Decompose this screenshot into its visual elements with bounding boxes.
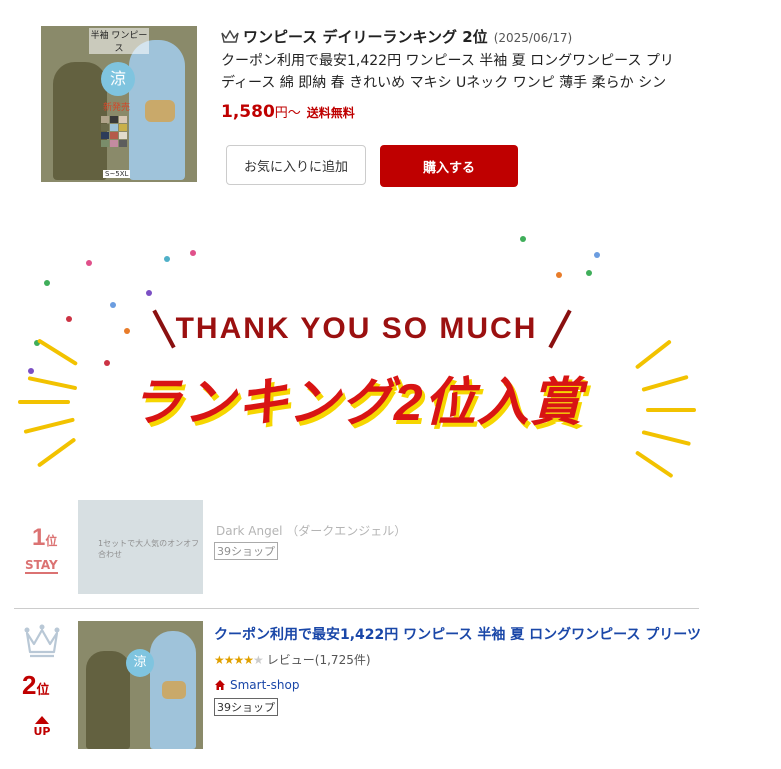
confetti	[586, 270, 592, 276]
basket-bag	[162, 681, 186, 699]
shop-name: Smart-shop	[230, 678, 300, 692]
confetti	[86, 260, 92, 266]
item-thumbnail[interactable]: 涼	[78, 621, 203, 749]
image-header-text: 半袖 ワンピース	[89, 28, 149, 54]
crown-icon	[221, 29, 239, 48]
crown-icon	[24, 624, 60, 662]
confetti	[44, 280, 50, 286]
confetti	[556, 272, 562, 278]
review-count: レビュー(1,725件)	[266, 653, 371, 667]
color-swatches	[101, 116, 129, 147]
stars-filled: ★★★★	[214, 653, 254, 667]
confetti	[190, 250, 196, 256]
thumbnail-text: 1セットで大人気のオンオフ合わせ	[98, 539, 200, 559]
ranking-row-1[interactable]: 1位 STAY 1セットで大人気のオンオフ合わせ Dark Angel （ダーク…	[14, 498, 699, 602]
up-arrow-icon	[35, 716, 49, 724]
shop-home-icon	[214, 679, 226, 694]
shop-tag: 39ショップ	[214, 542, 278, 560]
item-thumbnail[interactable]: 1セットで大人気のオンオフ合わせ	[78, 500, 203, 594]
confetti	[594, 252, 600, 258]
ranking-label: ワンピース デイリーランキング 2位	[243, 28, 488, 46]
burst-ray	[634, 450, 674, 479]
description-line-2: ディース 綿 即納 春 きれいめ マキシ Uネック ワンピ 薄手 柔らか シン	[221, 75, 667, 91]
image-badge: 涼	[126, 649, 154, 677]
star-rating: ★★★★★	[214, 653, 264, 667]
burst-ray	[36, 437, 77, 468]
buy-button[interactable]: 購入する	[380, 145, 518, 187]
ranking-date: (2025/06/17)	[493, 31, 573, 45]
dress-khaki	[86, 651, 130, 749]
rank-status: UP	[30, 716, 54, 738]
shop-tag: 39ショップ	[214, 698, 278, 716]
rank-value: 1	[32, 524, 46, 551]
image-badge: 涼	[101, 62, 135, 96]
confetti	[110, 302, 116, 308]
item-title-link[interactable]: クーポン利用で最安1,422円 ワンピース 半袖 夏 ロングワンピース プリーツ	[214, 624, 700, 644]
ranking-award-banner: THANK YOU SO MUCH ランキング2位入賞	[14, 208, 699, 498]
add-to-favorites-button[interactable]: お気に入りに追加	[226, 145, 366, 185]
price-unit: 円～	[274, 106, 301, 121]
rank-suffix: 位	[45, 534, 58, 548]
price-value: 1,580	[221, 102, 275, 122]
confetti	[164, 256, 170, 262]
rank-number: 2位	[22, 670, 49, 701]
review-summary[interactable]: ★★★★★ レビュー(1,725件)	[214, 651, 371, 668]
basket-bag	[145, 100, 175, 122]
shop-link[interactable]: Smart-shop	[214, 678, 299, 694]
shipping-label: 送料無料	[306, 106, 355, 120]
rank-status-label: UP	[33, 725, 51, 738]
award-headline: ランキング2位入賞	[130, 374, 583, 432]
product-description[interactable]: クーポン利用で最安1,422円 ワンピース 半袖 夏 ロングワンピース プリ デ…	[221, 50, 699, 94]
shop-name[interactable]: Dark Angel （ダークエンジェル）	[216, 522, 406, 539]
rank-number: 1位	[32, 524, 57, 552]
stars-empty: ★	[253, 653, 264, 667]
row-divider	[14, 608, 699, 609]
ranking-heading: ワンピース デイリーランキング 2位 (2025/06/17)	[221, 26, 572, 48]
image-size-label: S~5XL	[103, 170, 131, 178]
price: 1,580円～ 送料無料	[221, 102, 355, 122]
product-image[interactable]: 半袖 ワンピース 涼 新発売 S~5XL	[41, 26, 197, 182]
image-new-label: 新発売	[103, 103, 131, 113]
description-line-1: クーポン利用で最安1,422円 ワンピース 半袖 夏 ロングワンピース プリ	[221, 53, 674, 69]
rank-value: 2	[22, 670, 37, 700]
dress-khaki	[53, 62, 107, 180]
rank-suffix: 位	[36, 682, 50, 697]
confetti	[520, 236, 526, 242]
confetti	[146, 290, 152, 296]
thank-you-text: THANK YOU SO MUCH	[175, 312, 538, 345]
rank-status: STAY	[25, 558, 58, 574]
